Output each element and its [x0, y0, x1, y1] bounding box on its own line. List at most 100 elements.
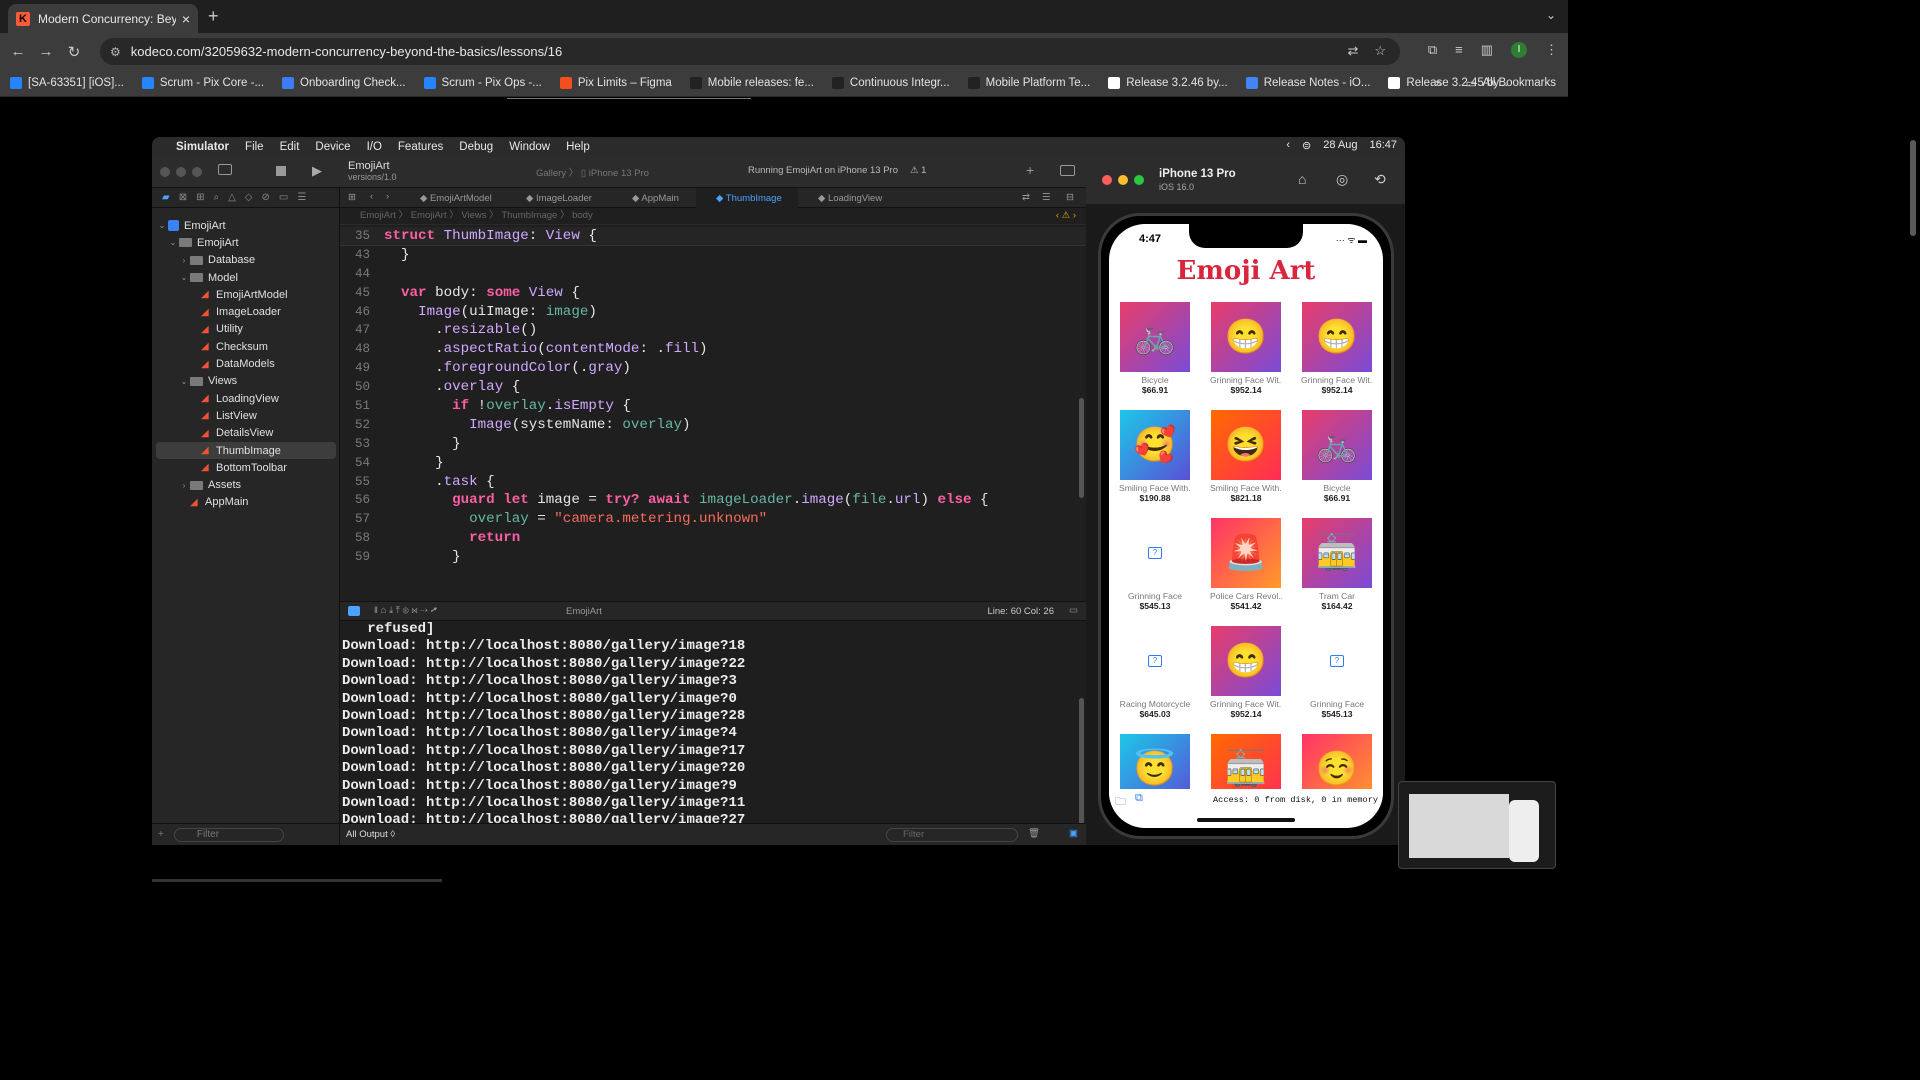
address-url[interactable]: kodeco.com/32059632-modern-concurrency-b… — [131, 44, 562, 59]
code-line[interactable]: 54 } — [340, 454, 1086, 473]
emoji-art-item[interactable]: 😁 Grinning Face Wit... $952.14 — [1301, 302, 1373, 395]
crumb[interactable]: Views — [461, 210, 486, 221]
warning-icon[interactable]: ‹ ⚠ › — [1056, 208, 1076, 224]
swap-icon[interactable]: ⇄ — [1022, 192, 1030, 203]
more-bookmarks-chevron-icon[interactable]: » — [1435, 75, 1442, 90]
editor-scrollbar[interactable] — [1079, 398, 1084, 498]
navigator-item[interactable]: ⌄ EmojiArt — [156, 234, 336, 251]
extensions-icon[interactable]: ⧉ — [1428, 42, 1437, 58]
code-line[interactable]: 55 .task { — [340, 473, 1086, 492]
emoji-art-item[interactable]: 😁 Grinning Face Wit... $952.14 — [1210, 626, 1282, 719]
sim-minimize-button[interactable] — [1118, 175, 1128, 185]
navigator-item[interactable]: ◢ Utility — [156, 321, 336, 338]
tab-search-chevron-icon[interactable]: ⌄ — [1546, 8, 1556, 22]
navigator-item[interactable]: ◢ Checksum — [156, 338, 336, 355]
navigator-item[interactable]: ◢ LoadingView — [156, 390, 336, 407]
code-line[interactable]: 47 .resizable() — [340, 321, 1086, 340]
screenshot-icon[interactable]: ◎ — [1336, 171, 1348, 188]
navigator-item[interactable]: ◢ BottomToolbar — [156, 459, 336, 476]
crumb[interactable]: ThumbImage — [501, 210, 557, 221]
window-minimize-button[interactable] — [176, 167, 186, 177]
disclosure-closed-icon[interactable]: › — [178, 256, 190, 265]
code-line[interactable]: 43 } — [340, 246, 1086, 265]
tab-imageloader[interactable]: ◆ ImageLoader — [526, 193, 592, 204]
disclosure-open-icon[interactable]: ⌄ — [156, 221, 168, 230]
close-tab-icon[interactable]: × — [182, 11, 190, 27]
control-center-icon[interactable]: ⊜ — [1302, 139, 1311, 152]
emoji-art-item[interactable]: 🚨 Police Cars Revol... $541.42 — [1210, 518, 1282, 611]
sim-zoom-button[interactable] — [1134, 175, 1144, 185]
reload-icon[interactable]: ↻ — [60, 43, 88, 61]
crumb[interactable]: EmojiArt — [360, 210, 396, 221]
screen-share-preview-thumbnail[interactable] — [1398, 781, 1556, 869]
emoji-art-item[interactable]: ? Grinning Face $545.13 — [1119, 518, 1191, 611]
editor-options-icon[interactable]: ☰ — [1042, 192, 1051, 203]
scheme-selector[interactable]: Gallery 〉 ▯ iPhone 13 Pro — [536, 165, 649, 179]
warning-badge[interactable]: ⚠ 1 — [910, 165, 926, 176]
rotate-icon[interactable]: ⟲ — [1374, 171, 1386, 188]
folder-badge-icon[interactable]: 🗀 — [1115, 793, 1126, 812]
page-scrollbar[interactable] — [1910, 140, 1916, 236]
debug-console[interactable]: refused] Download: http://localhost:8080/… — [340, 621, 1086, 845]
emoji-art-item[interactable]: 😆 Smiling Face With... $821.18 — [1210, 410, 1282, 503]
code-line[interactable]: 57 overlay = "camera.metering.unknown" — [340, 510, 1086, 529]
inspector-toggle-icon[interactable] — [1060, 165, 1075, 176]
tab-loadingview[interactable]: ◆ LoadingView — [818, 193, 882, 204]
navigator-item[interactable]: ◢ ImageLoader — [156, 303, 336, 320]
menu-window[interactable]: Window — [509, 141, 550, 153]
navigator-item[interactable]: ⌄ Views — [156, 373, 336, 390]
window-zoom-button[interactable] — [192, 167, 202, 177]
menu-device[interactable]: Device — [315, 141, 350, 153]
bookmark-item[interactable]: Mobile releases: fe... — [689, 77, 814, 89]
code-line[interactable]: 53 } — [340, 435, 1086, 454]
bookmark-item[interactable]: Pix Limits – Figma — [559, 77, 672, 89]
issue-navigator-icon[interactable]: △ — [228, 192, 236, 203]
emoji-art-item[interactable]: 🚋 Tram Car $164.42 — [1301, 518, 1373, 611]
navigator-item[interactable]: ⌄ Model — [156, 269, 336, 286]
menu-chevron-icon[interactable]: ‹ — [1286, 139, 1290, 152]
code-line[interactable]: 49 .foregroundColor(.gray) — [340, 359, 1086, 378]
menu-io[interactable]: I/O — [367, 141, 382, 153]
console-toggle-icon[interactable]: ▭ — [1069, 605, 1078, 616]
code-line[interactable]: 56 guard let image = try? await imageLoa… — [340, 491, 1086, 510]
address-bar[interactable]: ⚙ kodeco.com/32059632-modern-concurrency… — [100, 38, 1400, 65]
code-line[interactable]: 48 .aspectRatio(contentMode: .fill) — [340, 340, 1086, 359]
emoji-art-item[interactable]: 😁 Grinning Face Wit... $952.14 — [1210, 302, 1282, 395]
tab-thumbimage[interactable]: ◆ ThumbImage — [716, 193, 782, 204]
disclosure-open-icon[interactable]: ⌄ — [178, 377, 190, 386]
disclosure-open-icon[interactable]: ⌄ — [167, 238, 179, 247]
code-line[interactable]: 52 Image(systemName: overlay) — [340, 416, 1086, 435]
disclosure-closed-icon[interactable]: › — [178, 481, 190, 490]
navigator-item[interactable]: ◢ AppMain — [156, 494, 336, 511]
stack-icon[interactable]: ⧉ — [1135, 793, 1143, 805]
sticky-scope-line[interactable]: 35 struct ThumbImage: View { — [340, 227, 1086, 246]
jump-bar[interactable]: EmojiArt 〉 EmojiArt 〉 Views 〉 ThumbImage… — [340, 208, 1086, 225]
debug-navigator-icon[interactable]: ⊘ — [262, 192, 270, 203]
navigator-item[interactable]: › Assets — [156, 476, 336, 493]
test-navigator-icon[interactable]: ◇ — [245, 192, 253, 203]
menu-features[interactable]: Features — [398, 141, 443, 153]
find-navigator-icon[interactable]: ⌕ — [213, 192, 219, 203]
browser-tab-active[interactable]: K Modern Concurrency: Beyond × — [8, 4, 198, 33]
bookmark-item[interactable]: Release Notes - iO... — [1245, 77, 1370, 89]
bookmark-item[interactable]: Scrum - Pix Ops -... — [423, 77, 542, 89]
bookmark-item[interactable]: Mobile Platform Te... — [967, 77, 1090, 89]
sim-close-button[interactable] — [1102, 175, 1112, 185]
code-line[interactable]: 45 var body: some View { — [340, 284, 1086, 303]
code-line[interactable]: 46 Image(uiImage: image) — [340, 303, 1086, 322]
code-line[interactable]: 51 if !overlay.isEmpty { — [340, 397, 1086, 416]
code-line[interactable]: 59 } — [340, 548, 1086, 567]
code-line[interactable]: 58 return — [340, 529, 1086, 548]
menu-help[interactable]: Help — [566, 141, 590, 153]
menu-file[interactable]: File — [245, 141, 264, 153]
translate-icon[interactable]: ⇄ — [1347, 43, 1358, 59]
profile-avatar[interactable]: I — [1511, 42, 1527, 58]
source-control-icon[interactable]: ⊠ — [179, 192, 187, 203]
symbol-navigator-icon[interactable]: ⊞ — [196, 192, 204, 203]
navigator-item[interactable]: ◢ DetailsView — [156, 425, 336, 442]
split-editor-icon[interactable]: ⊟ — [1066, 192, 1074, 203]
folder-navigator-icon[interactable]: ▰ — [162, 192, 170, 203]
home-icon[interactable]: ⌂ — [1298, 171, 1306, 187]
media-controls-icon[interactable]: ≡ — [1455, 42, 1463, 58]
project-title[interactable]: EmojiArt versions/1.0 — [348, 160, 397, 182]
